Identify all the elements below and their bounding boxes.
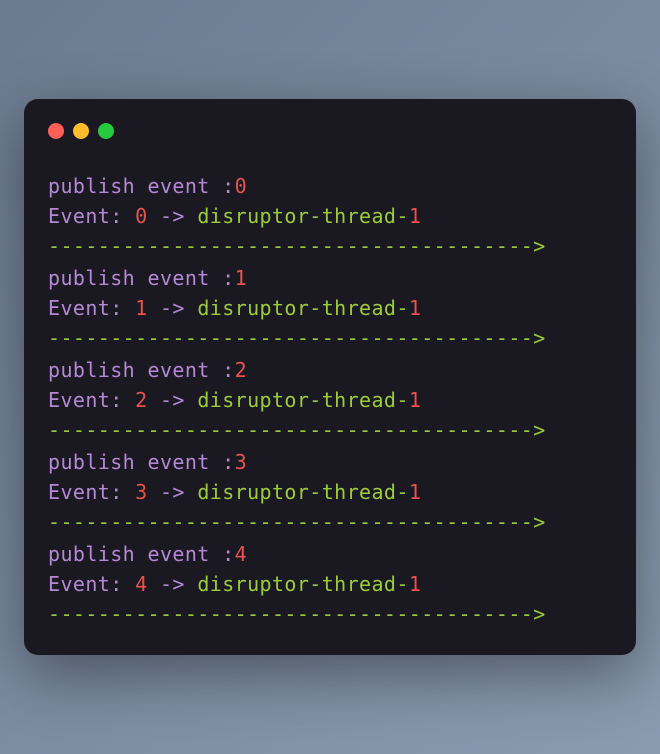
publish-label: publish event : xyxy=(48,542,235,566)
event-label: Event: xyxy=(48,388,135,412)
event-line: Event: 0 -> disruptor-thread-1 xyxy=(48,201,612,231)
separator-line: ---------------------------------------> xyxy=(48,415,612,445)
separator-line: ---------------------------------------> xyxy=(48,599,612,629)
thread-number: 1 xyxy=(409,480,421,504)
publish-line: publish event :2 xyxy=(48,355,612,385)
terminal-window: publish event :0 Event: 0 -> disruptor-t… xyxy=(24,99,636,655)
thread-number: 1 xyxy=(409,204,421,228)
event-number: 2 xyxy=(135,388,147,412)
terminal-content: publish event :0 Event: 0 -> disruptor-t… xyxy=(48,171,612,629)
event-line: Event: 2 -> disruptor-thread-1 xyxy=(48,385,612,415)
log-entry: publish event :2 Event: 2 -> disruptor-t… xyxy=(48,355,612,445)
separator-line: ---------------------------------------> xyxy=(48,507,612,537)
thread-number: 1 xyxy=(409,296,421,320)
arrow-text: -> xyxy=(148,572,198,596)
publish-line: publish event :4 xyxy=(48,539,612,569)
publish-label: publish event : xyxy=(48,450,235,474)
publish-label: publish event : xyxy=(48,266,235,290)
log-entry: publish event :1 Event: 1 -> disruptor-t… xyxy=(48,263,612,353)
log-entry: publish event :4 Event: 4 -> disruptor-t… xyxy=(48,539,612,629)
maximize-icon[interactable] xyxy=(98,123,114,139)
publish-number: 2 xyxy=(235,358,247,382)
log-entry: publish event :0 Event: 0 -> disruptor-t… xyxy=(48,171,612,261)
thread-prefix: disruptor-thread- xyxy=(197,572,409,596)
thread-number: 1 xyxy=(409,572,421,596)
arrow-text: -> xyxy=(148,204,198,228)
publish-number: 0 xyxy=(235,174,247,198)
thread-number: 1 xyxy=(409,388,421,412)
log-entry: publish event :3 Event: 3 -> disruptor-t… xyxy=(48,447,612,537)
publish-line: publish event :3 xyxy=(48,447,612,477)
event-line: Event: 1 -> disruptor-thread-1 xyxy=(48,293,612,323)
publish-number: 1 xyxy=(235,266,247,290)
minimize-icon[interactable] xyxy=(73,123,89,139)
publish-label: publish event : xyxy=(48,174,235,198)
event-number: 3 xyxy=(135,480,147,504)
thread-prefix: disruptor-thread- xyxy=(197,480,409,504)
thread-prefix: disruptor-thread- xyxy=(197,296,409,320)
thread-prefix: disruptor-thread- xyxy=(197,204,409,228)
separator-line: ---------------------------------------> xyxy=(48,323,612,353)
window-controls xyxy=(48,123,612,139)
event-number: 4 xyxy=(135,572,147,596)
publish-line: publish event :0 xyxy=(48,171,612,201)
publish-label: publish event : xyxy=(48,358,235,382)
event-label: Event: xyxy=(48,296,135,320)
event-line: Event: 3 -> disruptor-thread-1 xyxy=(48,477,612,507)
arrow-text: -> xyxy=(148,388,198,412)
event-label: Event: xyxy=(48,572,135,596)
event-number: 1 xyxy=(135,296,147,320)
event-line: Event: 4 -> disruptor-thread-1 xyxy=(48,569,612,599)
separator-line: ---------------------------------------> xyxy=(48,231,612,261)
close-icon[interactable] xyxy=(48,123,64,139)
event-number: 0 xyxy=(135,204,147,228)
publish-number: 3 xyxy=(235,450,247,474)
thread-prefix: disruptor-thread- xyxy=(197,388,409,412)
arrow-text: -> xyxy=(148,480,198,504)
event-label: Event: xyxy=(48,480,135,504)
event-label: Event: xyxy=(48,204,135,228)
arrow-text: -> xyxy=(148,296,198,320)
publish-line: publish event :1 xyxy=(48,263,612,293)
publish-number: 4 xyxy=(235,542,247,566)
